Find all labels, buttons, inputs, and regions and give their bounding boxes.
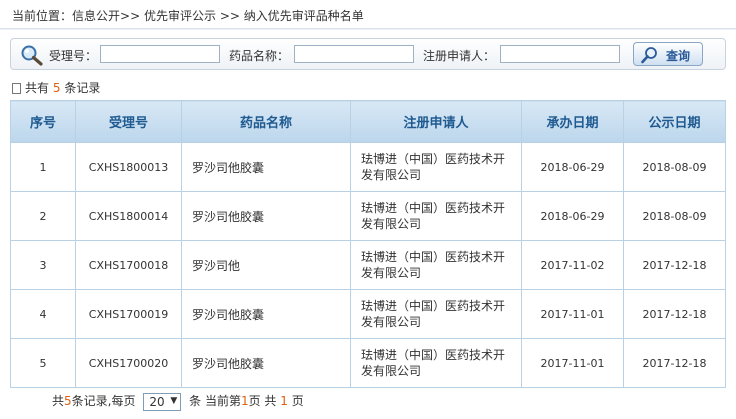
acceptance-no-label: 受理号： xyxy=(49,49,98,63)
pager-page-count: 1 xyxy=(280,394,288,408)
cell-undertake-date: 2018-06-29 xyxy=(521,142,624,192)
table-row[interactable]: 2 CXHS1800014 罗沙司他胶囊 珐博进（中国）医药技术开发有限公司 2… xyxy=(10,191,726,241)
drug-name-input[interactable] xyxy=(294,45,414,63)
cell-undertake-date: 2017-11-02 xyxy=(521,240,624,290)
search-bar: 受理号： 药品名称： 注册申请人： 查询 xyxy=(10,38,726,70)
cell-index: 1 xyxy=(10,142,76,192)
pagination: 共5条记录,每页 20 ▼ 条 当前第1页 共 1 页 xyxy=(52,392,304,411)
table-row[interactable]: 5 CXHS1700020 罗沙司他胶囊 珐博进（中国）医药技术开发有限公司 2… xyxy=(10,338,726,388)
table-row[interactable]: 1 CXHS1800013 罗沙司他胶囊 珐博进（中国）医药技术开发有限公司 2… xyxy=(10,142,726,192)
pager-total-suffix: 条记录,每页 xyxy=(71,394,136,408)
cell-undertake-date: 2018-06-29 xyxy=(521,191,624,241)
cell-drug-name: 罗沙司他胶囊 xyxy=(181,142,351,192)
col-header-index: 序号 xyxy=(10,100,76,143)
cell-drug-name: 罗沙司他 xyxy=(181,240,351,290)
breadcrumb-prefix: 当前位置： xyxy=(12,9,73,23)
cell-publish-date: 2017-12-18 xyxy=(623,240,726,290)
cell-acceptance-no: CXHS1700019 xyxy=(75,289,182,339)
document-icon xyxy=(12,83,21,94)
query-button-label: 查询 xyxy=(666,49,691,63)
col-header-applicant: 注册申请人 xyxy=(350,100,522,143)
cell-applicant: 珐博进（中国）医药技术开发有限公司 xyxy=(350,240,522,290)
pager-end: 页 xyxy=(291,394,304,408)
page-size-select[interactable]: 20 ▼ xyxy=(143,392,182,411)
record-count-prefix: 共有 xyxy=(25,81,50,95)
cell-drug-name: 罗沙司他胶囊 xyxy=(181,289,351,339)
breadcrumb-item[interactable]: 信息公开 xyxy=(72,9,120,23)
cell-index: 3 xyxy=(10,240,76,290)
table-row[interactable]: 4 CXHS1700019 罗沙司他胶囊 珐博进（中国）医药技术开发有限公司 2… xyxy=(10,289,726,339)
chevron-down-icon: ▼ xyxy=(170,395,178,406)
query-button[interactable]: 查询 xyxy=(633,42,703,66)
table-header-row: 序号 受理号 药品名称 注册申请人 承办日期 公示日期 xyxy=(10,100,726,143)
drug-name-label: 药品名称： xyxy=(229,49,290,63)
breadcrumb-sep: >> xyxy=(120,9,141,23)
breadcrumb-item[interactable]: 优先审评公示 xyxy=(144,9,216,23)
page-size-value: 20 xyxy=(149,394,165,409)
cell-index: 4 xyxy=(10,289,76,339)
divider xyxy=(0,28,736,30)
breadcrumb-sep: >> xyxy=(219,9,240,23)
breadcrumb: 当前位置：信息公开>> 优先审评公示 >> 纳入优先审评品种名单 xyxy=(12,7,364,24)
pager-total-prefix: 共 xyxy=(52,394,65,408)
cell-publish-date: 2017-12-18 xyxy=(623,338,726,388)
cell-index: 2 xyxy=(10,191,76,241)
cell-applicant: 珐博进（中国）医药技术开发有限公司 xyxy=(350,191,522,241)
pager-current-page: 1 xyxy=(240,394,249,408)
cell-undertake-date: 2017-11-01 xyxy=(521,338,624,388)
pager-total-count: 5 xyxy=(64,394,72,408)
magnifier-icon xyxy=(21,45,43,66)
record-count-value: 5 xyxy=(52,81,61,95)
cell-publish-date: 2018-08-09 xyxy=(623,191,726,241)
cell-drug-name: 罗沙司他胶囊 xyxy=(181,191,351,241)
cell-acceptance-no: CXHS1800014 xyxy=(75,191,182,241)
cell-acceptance-no: CXHS1800013 xyxy=(75,142,182,192)
results-table: 序号 受理号 药品名称 注册申请人 承办日期 公示日期 1 CXHS180001… xyxy=(10,100,726,388)
cell-applicant: 珐博进（中国）医药技术开发有限公司 xyxy=(350,338,522,388)
table-row[interactable]: 3 CXHS1700018 罗沙司他 珐博进（中国）医药技术开发有限公司 201… xyxy=(10,240,726,290)
pager-pages-label: 页 共 xyxy=(248,394,277,408)
pager-current-prefix: 条 当前第 xyxy=(189,394,241,408)
acceptance-no-input[interactable] xyxy=(100,45,220,63)
cell-undertake-date: 2017-11-01 xyxy=(521,289,624,339)
magnifier-icon xyxy=(641,47,657,64)
cell-acceptance-no: CXHS1700018 xyxy=(75,240,182,290)
applicant-input[interactable] xyxy=(500,45,620,63)
breadcrumb-item[interactable]: 纳入优先审评品种名单 xyxy=(244,9,364,23)
col-header-drug-name: 药品名称 xyxy=(181,100,351,143)
cell-applicant: 珐博进（中国）医药技术开发有限公司 xyxy=(350,142,522,192)
col-header-acceptance-no: 受理号 xyxy=(75,100,182,143)
record-count: 共有 5 条记录 xyxy=(12,79,100,96)
cell-index: 5 xyxy=(10,338,76,388)
cell-applicant: 珐博进（中国）医药技术开发有限公司 xyxy=(350,289,522,339)
applicant-label: 注册申请人： xyxy=(423,49,496,63)
cell-publish-date: 2017-12-18 xyxy=(623,289,726,339)
cell-drug-name: 罗沙司他胶囊 xyxy=(181,338,351,388)
col-header-publish-date: 公示日期 xyxy=(623,100,726,143)
col-header-undertake-date: 承办日期 xyxy=(521,100,624,143)
cell-publish-date: 2018-08-09 xyxy=(623,142,726,192)
record-count-suffix: 条记录 xyxy=(64,81,101,95)
cell-acceptance-no: CXHS1700020 xyxy=(75,338,182,388)
